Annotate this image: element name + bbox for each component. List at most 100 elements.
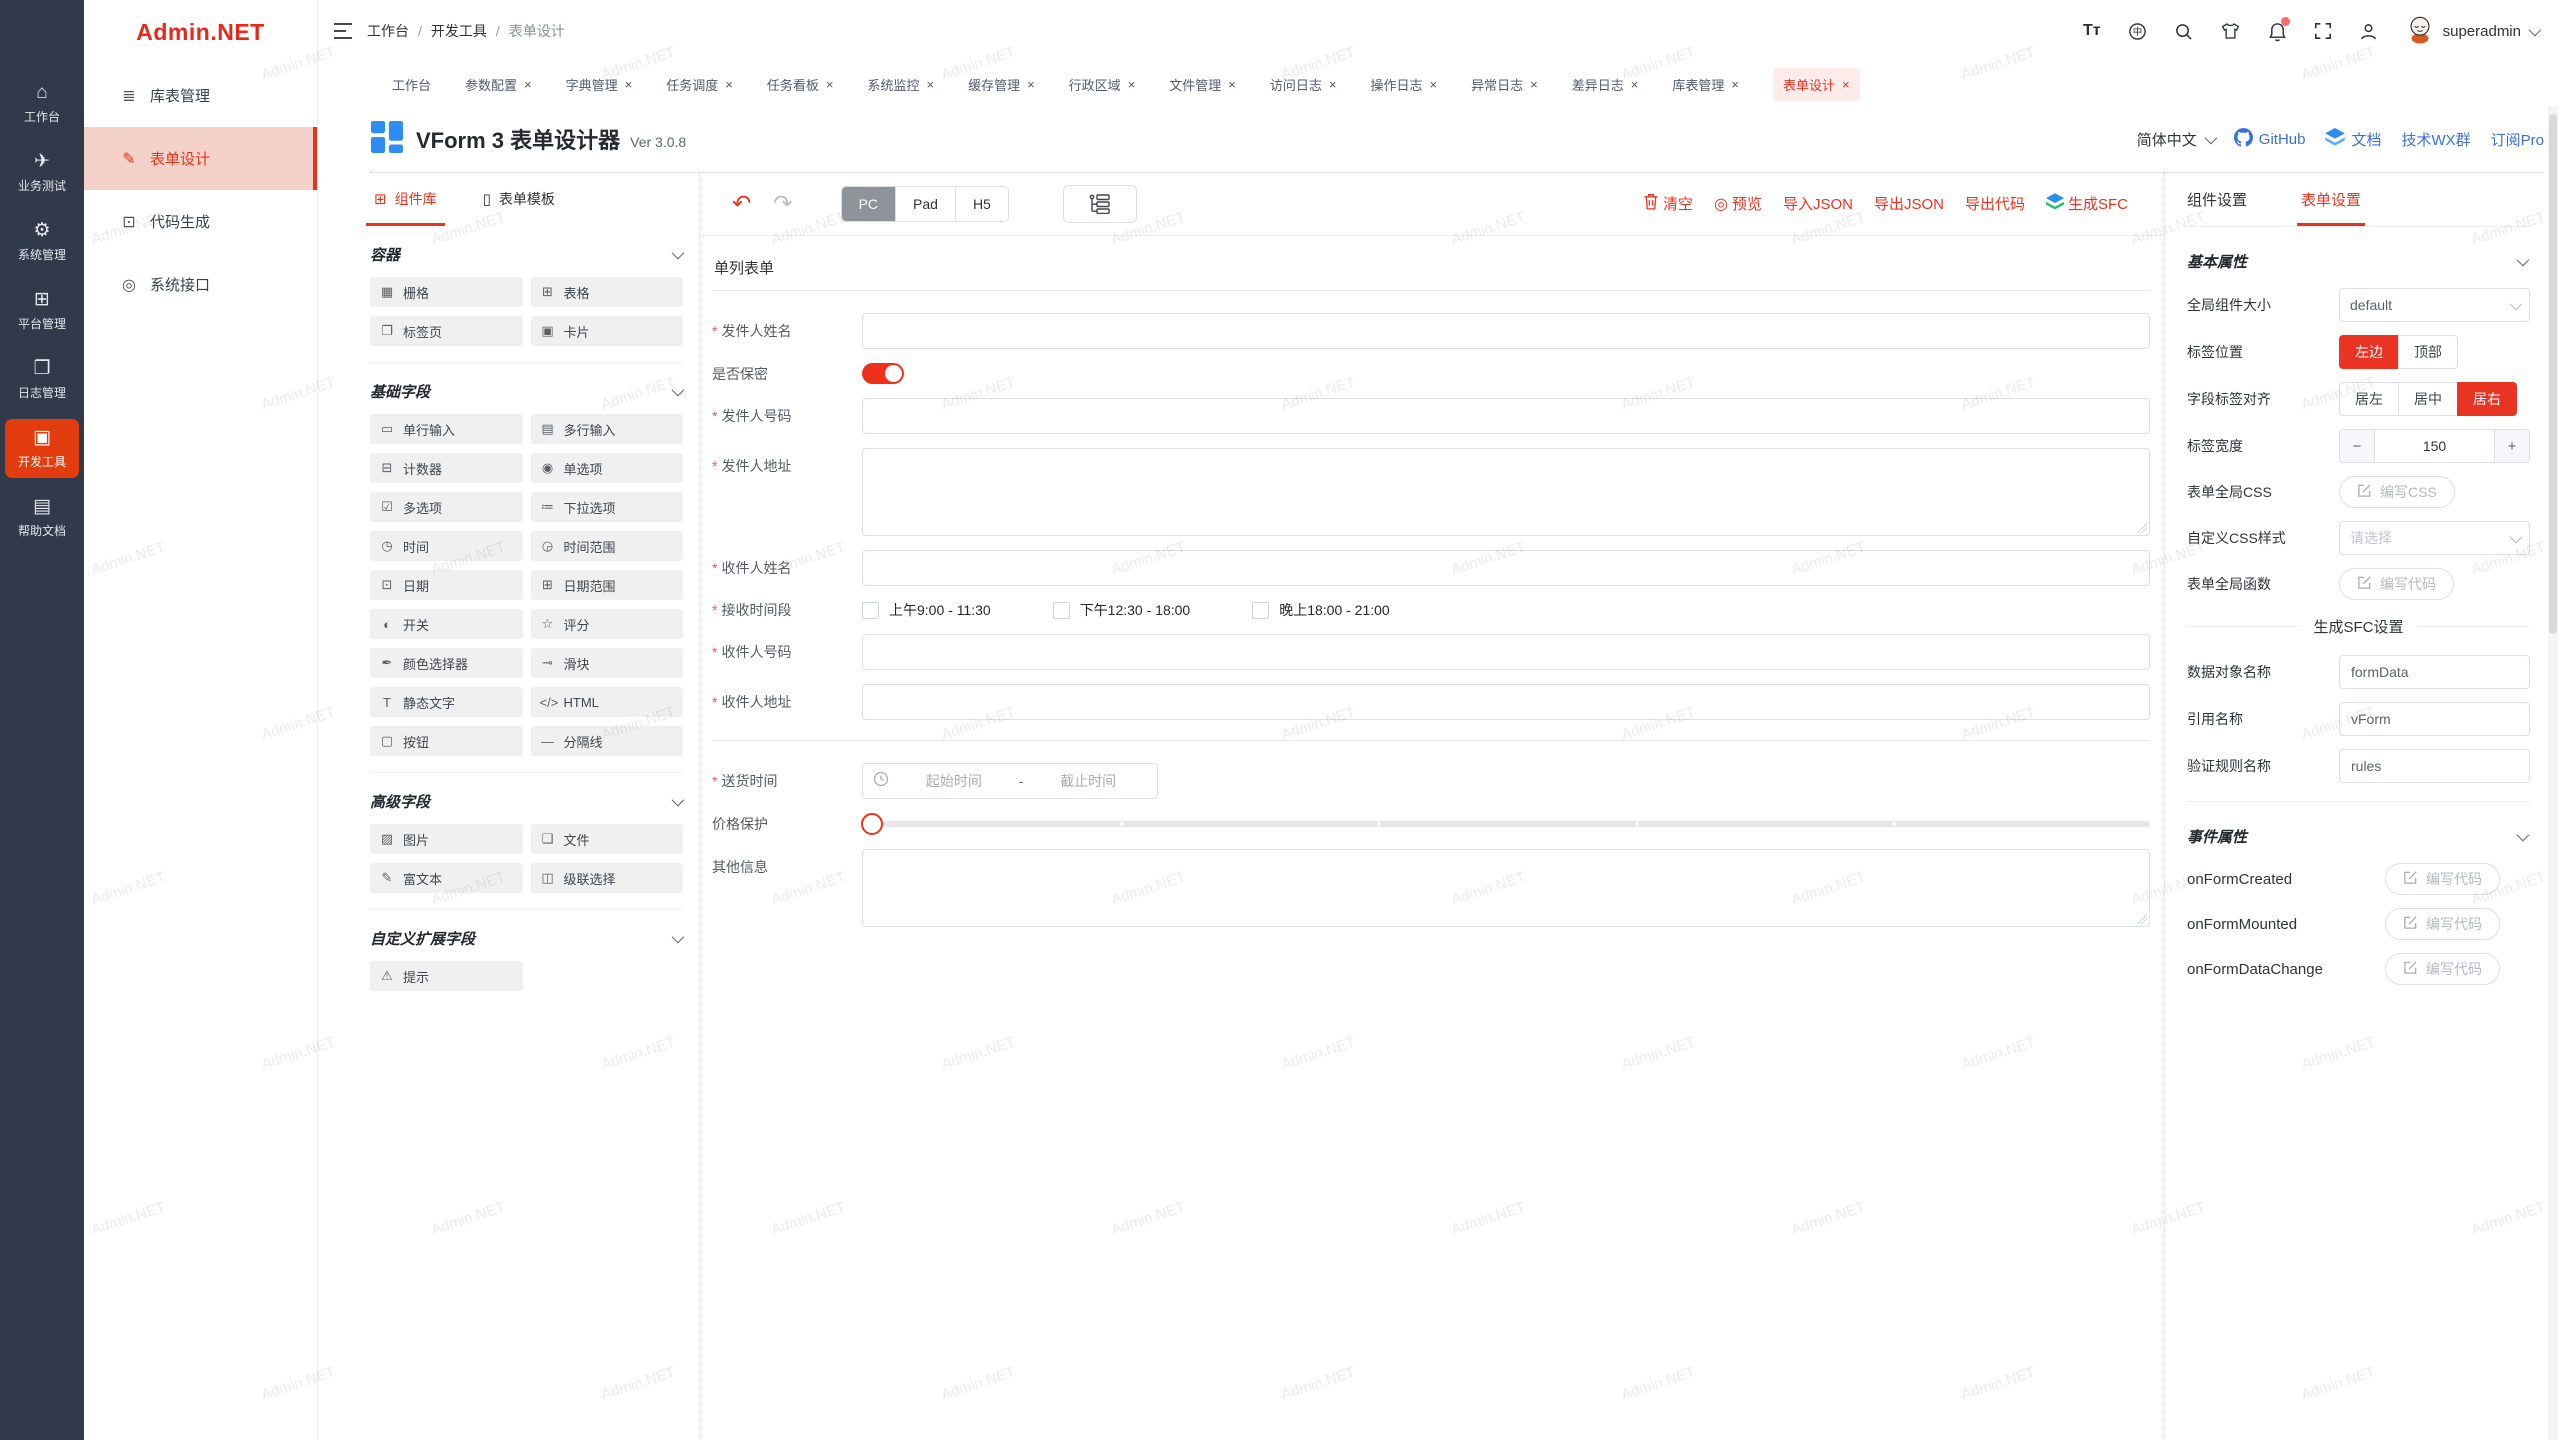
checkbox[interactable] [862, 602, 879, 619]
undo-icon[interactable]: ↶ [732, 190, 751, 217]
widget-chip[interactable]: ⊞表格 [531, 277, 684, 307]
wx-group-link[interactable]: 技术WX群 [2401, 129, 2470, 150]
action-生成SFC[interactable]: 生成SFC [2046, 193, 2128, 214]
widget-chip[interactable]: ◫级联选择 [531, 863, 684, 893]
tab-close-icon[interactable]: × [625, 78, 633, 91]
widget-chip[interactable]: ▢按钮 [370, 726, 523, 756]
tab-字典管理[interactable]: 字典管理× [566, 75, 633, 94]
widget-chip[interactable]: ✎富文本 [370, 863, 523, 893]
tab-close-icon[interactable]: × [725, 78, 733, 91]
text-input[interactable] [862, 550, 2150, 586]
rail-item-book[interactable]: ▤帮助文档 [5, 488, 79, 547]
user-icon[interactable] [2359, 22, 2378, 41]
scrollbar-thumb[interactable] [2549, 114, 2557, 634]
checkbox-option[interactable]: 上午9:00 - 11:30 [862, 600, 991, 620]
widget-chip[interactable]: ▭单行输入 [370, 414, 523, 444]
action-导出代码[interactable]: 导出代码 [1965, 193, 2025, 214]
checkbox[interactable] [1252, 602, 1269, 619]
widget-chip[interactable]: ▨图片 [370, 824, 523, 854]
text-input[interactable] [862, 684, 2150, 720]
search-icon[interactable] [2174, 22, 2193, 41]
checkbox-option[interactable]: 晚上18:00 - 21:00 [1252, 600, 1390, 620]
widget-chip[interactable]: T静态文字 [370, 687, 523, 717]
widget-chip[interactable]: ✒颜色选择器 [370, 648, 523, 678]
tab-差异日志[interactable]: 差异日志× [1572, 75, 1639, 94]
checkbox[interactable] [1053, 602, 1070, 619]
widget-chip[interactable]: ❏文件 [531, 824, 684, 854]
language-icon[interactable]: 中 [2128, 22, 2147, 41]
tab-文件管理[interactable]: 文件管理× [1169, 75, 1236, 94]
tab-库表管理[interactable]: 库表管理× [1672, 75, 1739, 94]
tab-close-icon[interactable]: × [1842, 78, 1850, 91]
breadcrumb-item[interactable]: 开发工具 [431, 21, 487, 41]
font-size-icon[interactable]: Tт [2083, 22, 2101, 40]
stepper-minus-button[interactable]: − [2340, 430, 2375, 462]
rail-item-home[interactable]: ⌂工作台 [5, 74, 79, 133]
select-input[interactable]: default [2339, 288, 2530, 322]
widget-chip[interactable]: ☑多选项 [370, 492, 523, 522]
slider[interactable] [862, 813, 2150, 835]
text-input[interactable]: rules [2339, 749, 2530, 783]
slider-handle[interactable] [861, 813, 883, 835]
widget-section-header[interactable]: 基础字段 [370, 373, 683, 414]
rail-item-gear[interactable]: ⚙系统管理 [5, 212, 79, 271]
widget-chip[interactable]: </>HTML [531, 687, 684, 717]
tab-close-icon[interactable]: × [926, 78, 934, 91]
edit-code-button[interactable]: 编写代码 [2339, 568, 2454, 600]
segment-居右[interactable]: 居右 [2457, 382, 2517, 416]
widget-tab-组件库[interactable]: ⊞组件库 [374, 172, 437, 226]
tab-系统监控[interactable]: 系统监控× [867, 75, 934, 94]
tab-close-icon[interactable]: × [1430, 78, 1438, 91]
basic-props-header[interactable]: 基本属性 [2187, 245, 2530, 288]
tab-close-icon[interactable]: × [1128, 78, 1136, 91]
tab-任务看板[interactable]: 任务看板× [767, 75, 834, 94]
text-input[interactable] [862, 313, 2150, 349]
rail-item-logs[interactable]: ❐日志管理 [5, 350, 79, 409]
action-导入JSON[interactable]: 导入JSON [1783, 193, 1853, 214]
sidebar-item-form-design[interactable]: ✎表单设计 [84, 127, 317, 190]
widget-section-header[interactable]: 高级字段 [370, 783, 683, 824]
segment-居左[interactable]: 居左 [2339, 382, 2399, 416]
widget-section-header[interactable]: 自定义扩展字段 [370, 920, 683, 961]
widget-chip[interactable]: ⊟计数器 [370, 453, 523, 483]
fullscreen-icon[interactable] [2314, 22, 2332, 40]
tab-表单设计[interactable]: 表单设计× [1773, 68, 1860, 101]
edit-code-button[interactable]: 编写代码 [2385, 908, 2500, 940]
user-menu[interactable]: superadmin [2405, 14, 2538, 49]
widget-tab-表单模板[interactable]: ▯表单模板 [483, 172, 555, 226]
event-props-header[interactable]: 事件属性 [2187, 820, 2530, 863]
github-link[interactable]: GitHub [2234, 128, 2306, 151]
tab-close-icon[interactable]: × [524, 78, 532, 91]
widget-chip[interactable]: ⊸滑块 [531, 648, 684, 678]
tab-close-icon[interactable]: × [1530, 78, 1538, 91]
tab-close-icon[interactable]: × [1631, 78, 1639, 91]
checkbox-option[interactable]: 下午12:30 - 18:00 [1053, 600, 1191, 620]
rail-item-grid[interactable]: ⊞平台管理 [5, 281, 79, 340]
breadcrumb-item[interactable]: 工作台 [367, 21, 409, 41]
widget-chip[interactable]: —分隔线 [531, 726, 684, 756]
edit-code-button[interactable]: 编写代码 [2385, 863, 2500, 895]
sidebar-item-code-gen[interactable]: ⊡代码生成 [84, 190, 317, 253]
widget-chip[interactable]: ▦栅格 [370, 277, 523, 307]
tab-close-icon[interactable]: × [1228, 78, 1236, 91]
tab-工作台[interactable]: 工作台 [392, 75, 431, 94]
theme-shirt-icon[interactable] [2220, 22, 2241, 40]
edit-code-button[interactable]: 编写CSS [2339, 476, 2455, 508]
edit-code-button[interactable]: 编写代码 [2385, 953, 2500, 985]
device-PC[interactable]: PC [842, 187, 895, 221]
time-range-picker[interactable]: 起始时间-截止时间 [862, 763, 1158, 799]
text-input[interactable] [862, 634, 2150, 670]
menu-collapse-icon[interactable] [333, 22, 353, 40]
subscribe-pro-link[interactable]: 订阅Pro [2491, 129, 2544, 150]
docs-link[interactable]: 文档 [2325, 128, 2381, 150]
widget-chip[interactable]: ❐标签页 [370, 316, 523, 346]
settings-tab-组件设置[interactable]: 组件设置 [2187, 172, 2247, 226]
segment-顶部[interactable]: 顶部 [2398, 335, 2458, 369]
select-input[interactable]: 请选择 [2339, 521, 2530, 555]
widget-chip[interactable]: ▤多行输入 [531, 414, 684, 444]
widget-chip[interactable]: ⊡日期 [370, 570, 523, 600]
stepper-plus-button[interactable]: + [2494, 430, 2529, 462]
widget-chip[interactable]: ⊞日期范围 [531, 570, 684, 600]
tab-close-icon[interactable]: × [1027, 78, 1035, 91]
text-input[interactable] [862, 398, 2150, 434]
